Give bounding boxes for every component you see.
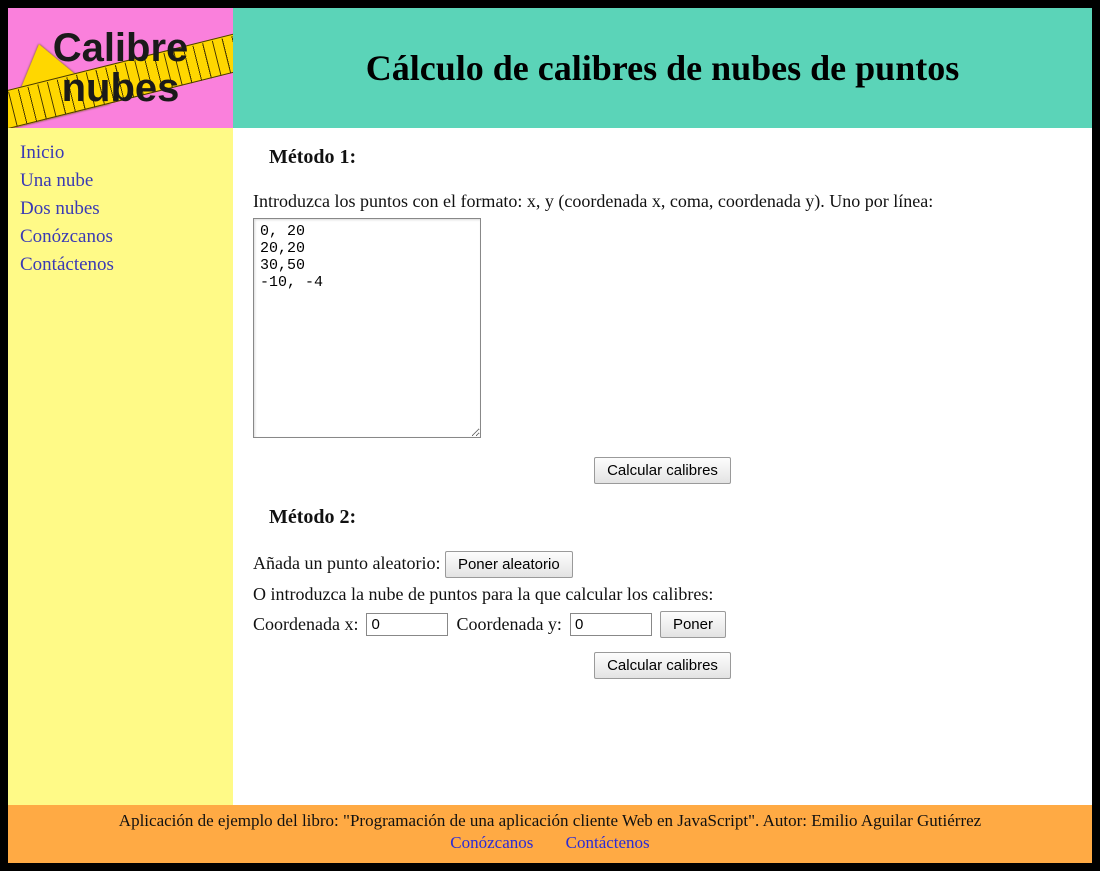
random-row: Añada un punto aleatorio: Poner aleatori… xyxy=(253,551,1072,578)
logo: Calibre nubes xyxy=(8,8,233,128)
footer-links: Conózcanos Contáctenos xyxy=(18,833,1082,853)
footer: Aplicación de ejemplo del libro: "Progra… xyxy=(8,805,1092,863)
calc-button-2[interactable]: Calcular calibres xyxy=(594,652,731,679)
coord-y-label: Coordenada y: xyxy=(456,614,561,635)
sidebar: Inicio Una nube Dos nubes Conózcanos Con… xyxy=(8,128,233,805)
method2-title: Método 2: xyxy=(269,506,1072,529)
title-box: Cálculo de calibres de nubes de puntos xyxy=(233,8,1092,128)
sidebar-item-inicio[interactable]: Inicio xyxy=(20,142,221,164)
footer-text: Aplicación de ejemplo del libro: "Progra… xyxy=(18,811,1082,831)
app-frame: Calibre nubes Cálculo de calibres de nub… xyxy=(0,0,1100,871)
logo-line2: nubes xyxy=(62,66,180,110)
random-button[interactable]: Poner aleatorio xyxy=(445,551,573,578)
points-textarea[interactable] xyxy=(253,218,481,438)
method1-instruction: Introduzca los puntos con el formato: x,… xyxy=(253,191,1072,212)
manual-label: O introduzca la nube de puntos para la q… xyxy=(253,584,1072,605)
header: Calibre nubes Cálculo de calibres de nub… xyxy=(8,8,1092,128)
page-title: Cálculo de calibres de nubes de puntos xyxy=(366,47,959,89)
sidebar-item-contactenos[interactable]: Contáctenos xyxy=(20,254,221,276)
method1-title: Método 1: xyxy=(269,146,1072,169)
put-button[interactable]: Poner xyxy=(660,611,726,638)
sidebar-item-dos-nubes[interactable]: Dos nubes xyxy=(20,198,221,220)
footer-link-contactenos[interactable]: Contáctenos xyxy=(566,833,650,852)
sidebar-item-una-nube[interactable]: Una nube xyxy=(20,170,221,192)
logo-text: Calibre nubes xyxy=(53,28,189,108)
coord-row: Coordenada x: Coordenada y: Poner xyxy=(253,611,1072,638)
footer-link-conozcanos[interactable]: Conózcanos xyxy=(450,833,533,852)
coord-y-input[interactable] xyxy=(570,613,652,636)
coord-x-label: Coordenada x: xyxy=(253,614,358,635)
sidebar-item-conozcanos[interactable]: Conózcanos xyxy=(20,226,221,248)
body: Inicio Una nube Dos nubes Conózcanos Con… xyxy=(8,128,1092,805)
main-content: Método 1: Introduzca los puntos con el f… xyxy=(233,128,1092,805)
random-label: Añada un punto aleatorio: xyxy=(253,553,440,573)
calc-button-1[interactable]: Calcular calibres xyxy=(594,457,731,484)
logo-line1: Calibre xyxy=(53,26,189,70)
coord-x-input[interactable] xyxy=(366,613,448,636)
